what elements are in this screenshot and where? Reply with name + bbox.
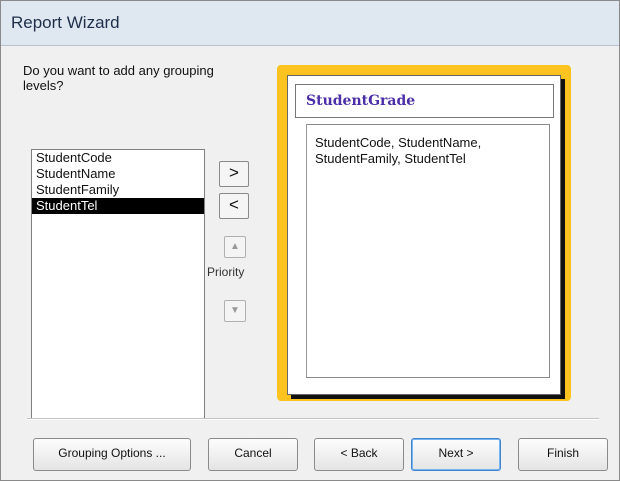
grouping-preview: StudentGrade StudentCode, StudentName, S… — [287, 75, 561, 395]
report-wizard-window: Report Wizard Do you want to add any gro… — [0, 0, 620, 481]
grouping-question: Do you want to add any grouping levels? — [23, 63, 214, 93]
group-level-title: StudentGrade — [306, 93, 416, 109]
field-list-item-selected[interactable]: StudentTel — [32, 198, 204, 214]
button-separator — [27, 418, 599, 420]
detail-fields-text: StudentCode, StudentName, StudentFamily,… — [315, 135, 482, 166]
field-list-item[interactable]: StudentName — [32, 166, 204, 182]
priority-label: Priority — [207, 265, 245, 279]
priority-up-button[interactable]: ▲ — [224, 236, 246, 258]
finish-button[interactable]: Finish — [518, 438, 608, 471]
available-fields-list[interactable]: StudentCode StudentName StudentFamily St… — [31, 149, 205, 419]
back-button[interactable]: < Back — [314, 438, 404, 471]
grouping-options-button[interactable]: Grouping Options ... — [33, 438, 191, 471]
cancel-button[interactable]: Cancel — [208, 438, 298, 471]
next-button[interactable]: Next > — [411, 438, 501, 471]
window-title: Report Wizard — [11, 13, 120, 32]
grouping-preview-frame: StudentGrade StudentCode, StudentName, S… — [277, 65, 571, 401]
group-level-box: StudentGrade — [295, 84, 554, 118]
priority-down-button[interactable]: ▼ — [224, 300, 246, 322]
remove-grouping-button[interactable]: < — [219, 193, 249, 219]
down-arrow-icon: ▼ — [230, 305, 240, 316]
title-bar[interactable]: Report Wizard — [1, 1, 619, 46]
field-list-item[interactable]: StudentFamily — [32, 182, 204, 198]
field-list-item[interactable]: StudentCode — [32, 150, 204, 166]
detail-fields-box: StudentCode, StudentName, StudentFamily,… — [306, 124, 550, 378]
up-arrow-icon: ▲ — [230, 241, 240, 252]
add-grouping-button[interactable]: > — [219, 161, 249, 187]
